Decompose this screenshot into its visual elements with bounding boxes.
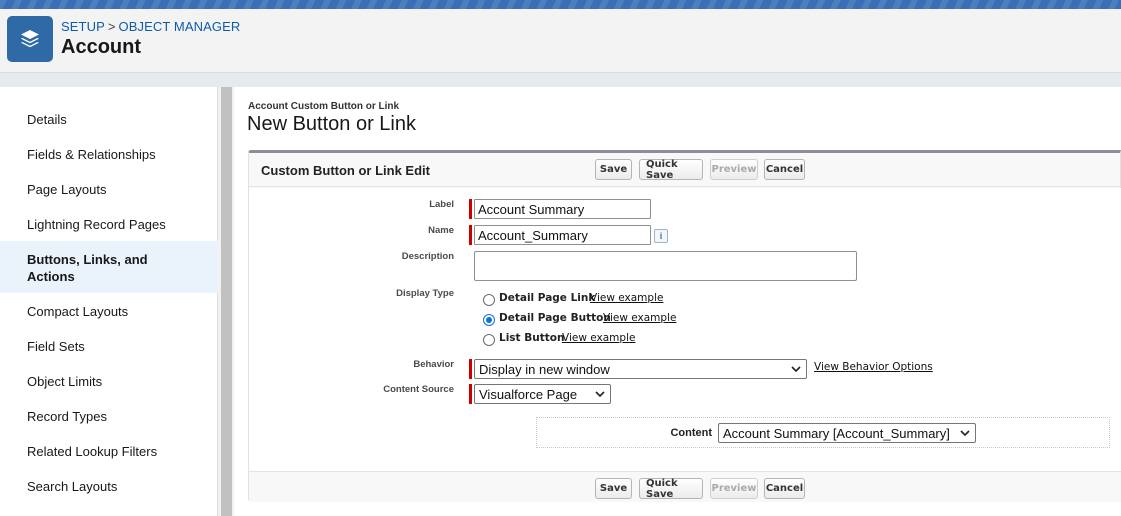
cancel-button-top[interactable]: Cancel <box>764 159 805 180</box>
radio-label-detail-page-link: Detail Page Link <box>499 292 596 304</box>
page-heading: New Button or Link <box>247 113 416 135</box>
chevron-down-icon <box>595 391 605 398</box>
name-input[interactable]: Account_Summary <box>474 225 651 245</box>
sidebar-item-field-sets[interactable]: Field Sets <box>0 339 218 355</box>
content-field-label: Content <box>670 427 712 439</box>
breadcrumb-setup[interactable]: SETUP <box>61 19 105 34</box>
sidebar-item-fields-relationships[interactable]: Fields & Relationships <box>0 147 218 163</box>
layers-icon <box>7 16 53 62</box>
edit-panel: Custom Button or Link Edit Save Quick Sa… <box>248 150 1121 502</box>
sidebar-item-details[interactable]: Details <box>0 112 218 128</box>
breadcrumb-object-manager[interactable]: OBJECT MANAGER <box>119 19 241 34</box>
behavior-field-label: Behavior <box>413 359 454 370</box>
required-indicator <box>469 359 472 379</box>
sidebar-item-record-types[interactable]: Record Types <box>0 409 218 425</box>
sidebar-item-related-lookup-filters[interactable]: Related Lookup Filters <box>0 444 218 460</box>
description-textarea[interactable] <box>474 251 857 281</box>
view-example-link[interactable]: View example <box>562 332 635 344</box>
view-example-link[interactable]: View example <box>590 292 663 304</box>
breadcrumb-separator: > <box>107 19 116 34</box>
required-indicator <box>469 384 472 404</box>
radio-detail-page-link[interactable] <box>483 294 495 306</box>
save-button-top[interactable]: Save <box>595 159 632 180</box>
view-behavior-options-link[interactable]: View Behavior Options <box>814 361 933 373</box>
sidebar-scrollbar-thumb[interactable] <box>221 87 232 516</box>
view-example-link[interactable]: View example <box>603 312 676 324</box>
display-type-field-label: Display Type <box>396 288 454 299</box>
chevron-down-icon <box>791 366 801 373</box>
main-content: Account Custom Button or Link New Button… <box>234 87 1121 516</box>
content-select[interactable]: Account Summary [Account_Summary] <box>718 423 976 443</box>
info-icon[interactable]: i <box>654 229 668 243</box>
quick-save-button-bottom[interactable]: Quick Save <box>639 478 703 500</box>
sidebar-item-lightning-record-pages[interactable]: Lightning Record Pages <box>0 217 218 233</box>
quick-save-button-top[interactable]: Quick Save <box>639 159 703 181</box>
panel-footer: Save Quick Save Preview Cancel <box>249 471 1121 502</box>
content-source-field-label: Content Source <box>383 384 454 395</box>
sidebar: Details Fields & Relationships Page Layo… <box>0 87 218 516</box>
sidebar-item-object-limits[interactable]: Object Limits <box>0 374 218 390</box>
content-select-value: Account Summary [Account_Summary] <box>723 425 950 441</box>
page-title: Account <box>61 36 141 58</box>
panel-title: Custom Button or Link Edit <box>261 163 430 178</box>
top-banner <box>0 0 1121 9</box>
behavior-select-value: Display in new window <box>479 361 610 377</box>
preview-button-bottom[interactable]: Preview <box>710 478 758 499</box>
breadcrumb: SETUP > OBJECT MANAGER <box>61 19 240 34</box>
radio-list-button[interactable] <box>483 334 495 346</box>
label-input[interactable]: Account Summary <box>474 199 651 219</box>
save-button-bottom[interactable]: Save <box>595 478 632 499</box>
sidebar-item-page-layouts[interactable]: Page Layouts <box>0 182 218 198</box>
radio-label-list-button: List Button <box>499 332 565 344</box>
content-source-select-value: Visualforce Page <box>479 386 578 402</box>
panel-body: Label Account Summary Name Account_Summa… <box>249 188 1121 471</box>
cancel-button-bottom[interactable]: Cancel <box>764 478 805 499</box>
sidebar-item-compact-layouts[interactable]: Compact Layouts <box>0 304 218 320</box>
panel-header: Custom Button or Link Edit Save Quick Sa… <box>249 153 1121 187</box>
object-header: SETUP > OBJECT MANAGER Account <box>0 9 1121 73</box>
name-field-label: Name <box>428 225 454 236</box>
content-section: Content Account Summary [Account_Summary… <box>536 417 1110 448</box>
radio-detail-page-button[interactable] <box>483 314 495 326</box>
page-subtitle: Account Custom Button or Link <box>248 101 400 112</box>
description-field-label: Description <box>401 251 454 262</box>
header-band <box>0 73 1121 87</box>
radio-label-detail-page-button: Detail Page Button <box>499 312 611 324</box>
required-indicator <box>469 199 472 219</box>
content-source-select[interactable]: Visualforce Page <box>474 384 611 404</box>
behavior-select[interactable]: Display in new window <box>474 359 807 379</box>
sidebar-item-search-layouts[interactable]: Search Layouts <box>0 479 218 495</box>
sidebar-item-buttons-links-actions[interactable]: Buttons, Links, and Actions <box>0 241 218 293</box>
required-indicator <box>469 225 472 245</box>
label-field-label: Label <box>429 199 454 210</box>
chevron-down-icon <box>960 430 970 437</box>
preview-button-top[interactable]: Preview <box>710 159 758 180</box>
